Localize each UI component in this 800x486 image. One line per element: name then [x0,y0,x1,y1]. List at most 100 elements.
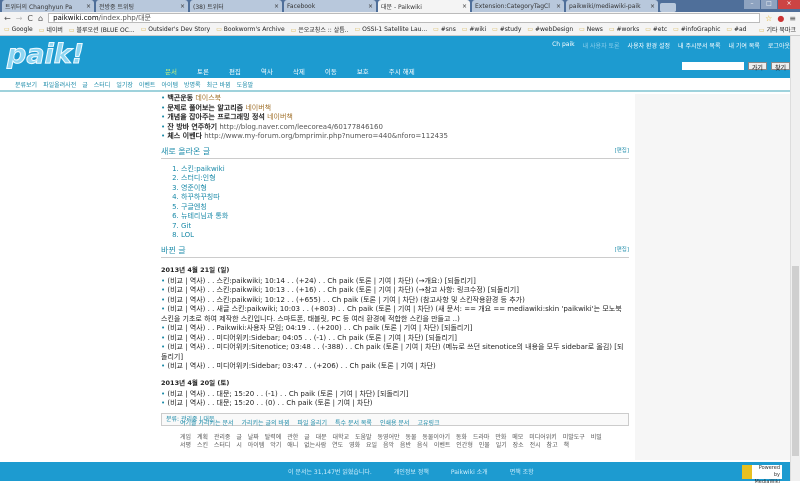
personal-link[interactable]: 내 기여 목록 [728,41,759,50]
bookmark-item[interactable]: 블루오션 (BLUE OC... [69,25,134,34]
new-post-link[interactable]: 구글엔칭 [181,203,629,213]
scrollbar-thumb[interactable] [792,266,799,456]
change-row[interactable]: (비교 | 역사) . . 새글 스킨:paikwiki; 10:03 . . … [161,305,629,324]
tab-page-action[interactable]: 편집 [229,66,241,76]
bookmark-item[interactable]: #wiki [462,26,486,33]
browser-tab[interactable]: paikwiki/mediawiki-paik × [566,0,658,12]
change-row[interactable]: (비교 | 역사) . . 스킨:paikwiki; 10:13 . . (+1… [161,286,629,296]
tab-page-action[interactable]: 삭제 [293,66,305,76]
bookmark-item[interactable]: News [579,26,603,33]
bookmark-item[interactable]: #webDesign [527,26,573,33]
close-icon[interactable]: × [86,3,91,10]
minimize-window-button[interactable]: – [744,0,760,9]
menu-icon[interactable]: ≡ [789,14,796,23]
new-post-link[interactable]: LOL [181,231,629,241]
forward-icon[interactable]: → [16,14,23,23]
bookmark-item[interactable]: 네이버 [39,25,63,34]
personal-link[interactable]: Ch paik [552,41,575,50]
bookmark-item[interactable]: Bookworm's Archive [216,26,285,33]
reload-icon[interactable]: C [27,14,33,23]
new-post-link[interactable]: 뉴테리님과 통화 [181,212,629,222]
bookmark-item[interactable]: OSSI-1 Satellite Lau... [355,26,427,33]
close-icon[interactable]: × [368,3,373,10]
toolbox-link[interactable]: 특수 문서 목록 [335,418,372,427]
bookmark-item[interactable]: #infoGraphic [673,26,721,33]
close-icon[interactable]: × [274,3,279,10]
star-icon[interactable]: ☆ [765,14,772,23]
change-row[interactable]: (비교 | 역사) . . 미디어위키:Sitenotice; 03:48 . … [161,343,629,362]
subnav-item[interactable]: 아이템 [161,80,178,89]
change-row[interactable]: (비교 | 역사) . . 미디어위키:Sidebar; 03:47 . . (… [161,362,629,372]
change-row[interactable]: (비교 | 역사) . . Paikwiki:사용자 모임; 04:19 . .… [161,324,629,334]
scrollbar[interactable] [790,36,800,481]
close-window-button[interactable]: × [778,0,800,9]
tab-page-action[interactable]: 역사 [261,66,273,76]
browser-tab[interactable]: Facebook × [284,0,376,12]
subnav-item[interactable]: 파일올려사전 [43,80,76,89]
close-icon[interactable]: × [650,3,655,10]
home-icon[interactable]: ⌂ [38,14,43,23]
subnav-item[interactable]: 도움말 [237,80,254,89]
bookmark-item[interactable]: #ad [726,26,747,33]
external-link[interactable]: 네이버책 [267,113,293,121]
toolbox-link[interactable]: 가리키는 글의 바뀜 [242,418,290,427]
browser-tab[interactable]: 전방중 트위팅 × [96,0,188,12]
back-icon[interactable]: ← [4,14,11,23]
external-link[interactable]: http://www.my-forum.org/bmprimir.php?num… [204,132,448,140]
edit-link[interactable]: [편집] [615,245,629,256]
close-icon[interactable]: × [556,3,561,10]
new-post-link[interactable]: 스킨:paikwiki [181,165,629,175]
search-button[interactable]: 찾기 [770,62,790,72]
personal-link[interactable]: 내 주시문서 목록 [678,41,720,50]
personal-link[interactable]: 사용자 환경 설정 [628,41,670,50]
personal-link[interactable]: 로그아웃 [768,41,790,50]
toolbox-link[interactable]: 파일 올리기 [297,418,327,427]
subnav-item[interactable]: 방명록 [184,80,201,89]
browser-tab[interactable]: 트위터의 Changhyun Pa × [2,0,94,12]
url-input[interactable]: paikwiki.com/index.php/대문 [48,13,761,23]
about-link[interactable]: Paikwiki 소개 [451,467,488,476]
disclaimer-link[interactable]: 면책 조항 [510,467,534,476]
bookmark-item[interactable]: #study [492,26,522,33]
toolbox-link[interactable]: 인쇄용 문서 [380,418,410,427]
external-link[interactable]: 데이스북 [195,94,221,102]
new-post-link[interactable]: 스터디:인형 [181,174,629,184]
browser-tab[interactable]: 대문 - Paikwiki × [378,0,470,12]
tab-page-action[interactable]: 토론 [197,66,209,76]
browser-tab[interactable]: Extension:CategoryTagCl × [472,0,564,12]
extension-icon[interactable]: ● [777,14,784,23]
subnav-item[interactable]: 스터디 [94,80,111,89]
subnav-item[interactable]: 일기장 [116,80,133,89]
toolbox-link[interactable]: 여기를 가리키는 문서 [180,418,234,427]
personal-link[interactable]: 내 사용자 토론 [583,41,620,50]
browser-tab[interactable]: (38) 트위터 × [190,0,282,12]
subnav-item[interactable]: 최근 바뀜 [207,80,231,89]
tab-page-action[interactable]: 이동 [325,66,337,76]
new-post-link[interactable]: Git [181,222,629,232]
bookmark-item[interactable]: Outsider's Dev Story [141,26,210,33]
maximize-window-button[interactable]: □ [761,0,777,9]
tab-page-action[interactable]: 보호 [357,66,369,76]
new-post-link[interactable]: 영준이형 [181,184,629,194]
site-logo[interactable]: paik! [6,39,84,71]
change-row[interactable]: (비교 | 역사) . . 스킨:paikwiki; 10:12 . . (+6… [161,296,629,306]
toolbox-link[interactable]: 고유링크 [417,418,439,427]
edit-link[interactable]: [편집] [615,146,629,157]
go-button[interactable]: 가기 [747,62,767,72]
subnav-item[interactable]: 이벤트 [139,80,156,89]
new-tab-button[interactable] [660,3,676,12]
subnav-item[interactable]: 분류보기 [15,80,37,89]
bookmark-item[interactable]: #etc [645,26,667,33]
all-categories[interactable]: 게임 계획 관리중 글 날짜 탈력에 관한 글 대문 대학교 도움말 동영어만 … [180,434,610,450]
other-bookmarks[interactable]: 기타 북마크 [759,25,796,34]
privacy-link[interactable]: 개인정보 정책 [394,467,429,476]
tab-page-action[interactable]: 주시 해제 [389,66,415,76]
subnav-item[interactable]: 글 [82,80,88,89]
external-link[interactable]: 네이버책 [245,104,271,112]
search-input[interactable] [681,62,744,70]
change-row[interactable]: (비교 | 역사) . . 대문; 15:20 . . (0) . . Ch p… [161,399,629,409]
new-post-link[interactable]: 하꾸하꾸칭따 [181,193,629,203]
tab-page-action[interactable]: 문서 [165,66,177,76]
bookmark-item[interactable]: #works [609,26,640,33]
close-icon[interactable]: × [180,3,185,10]
